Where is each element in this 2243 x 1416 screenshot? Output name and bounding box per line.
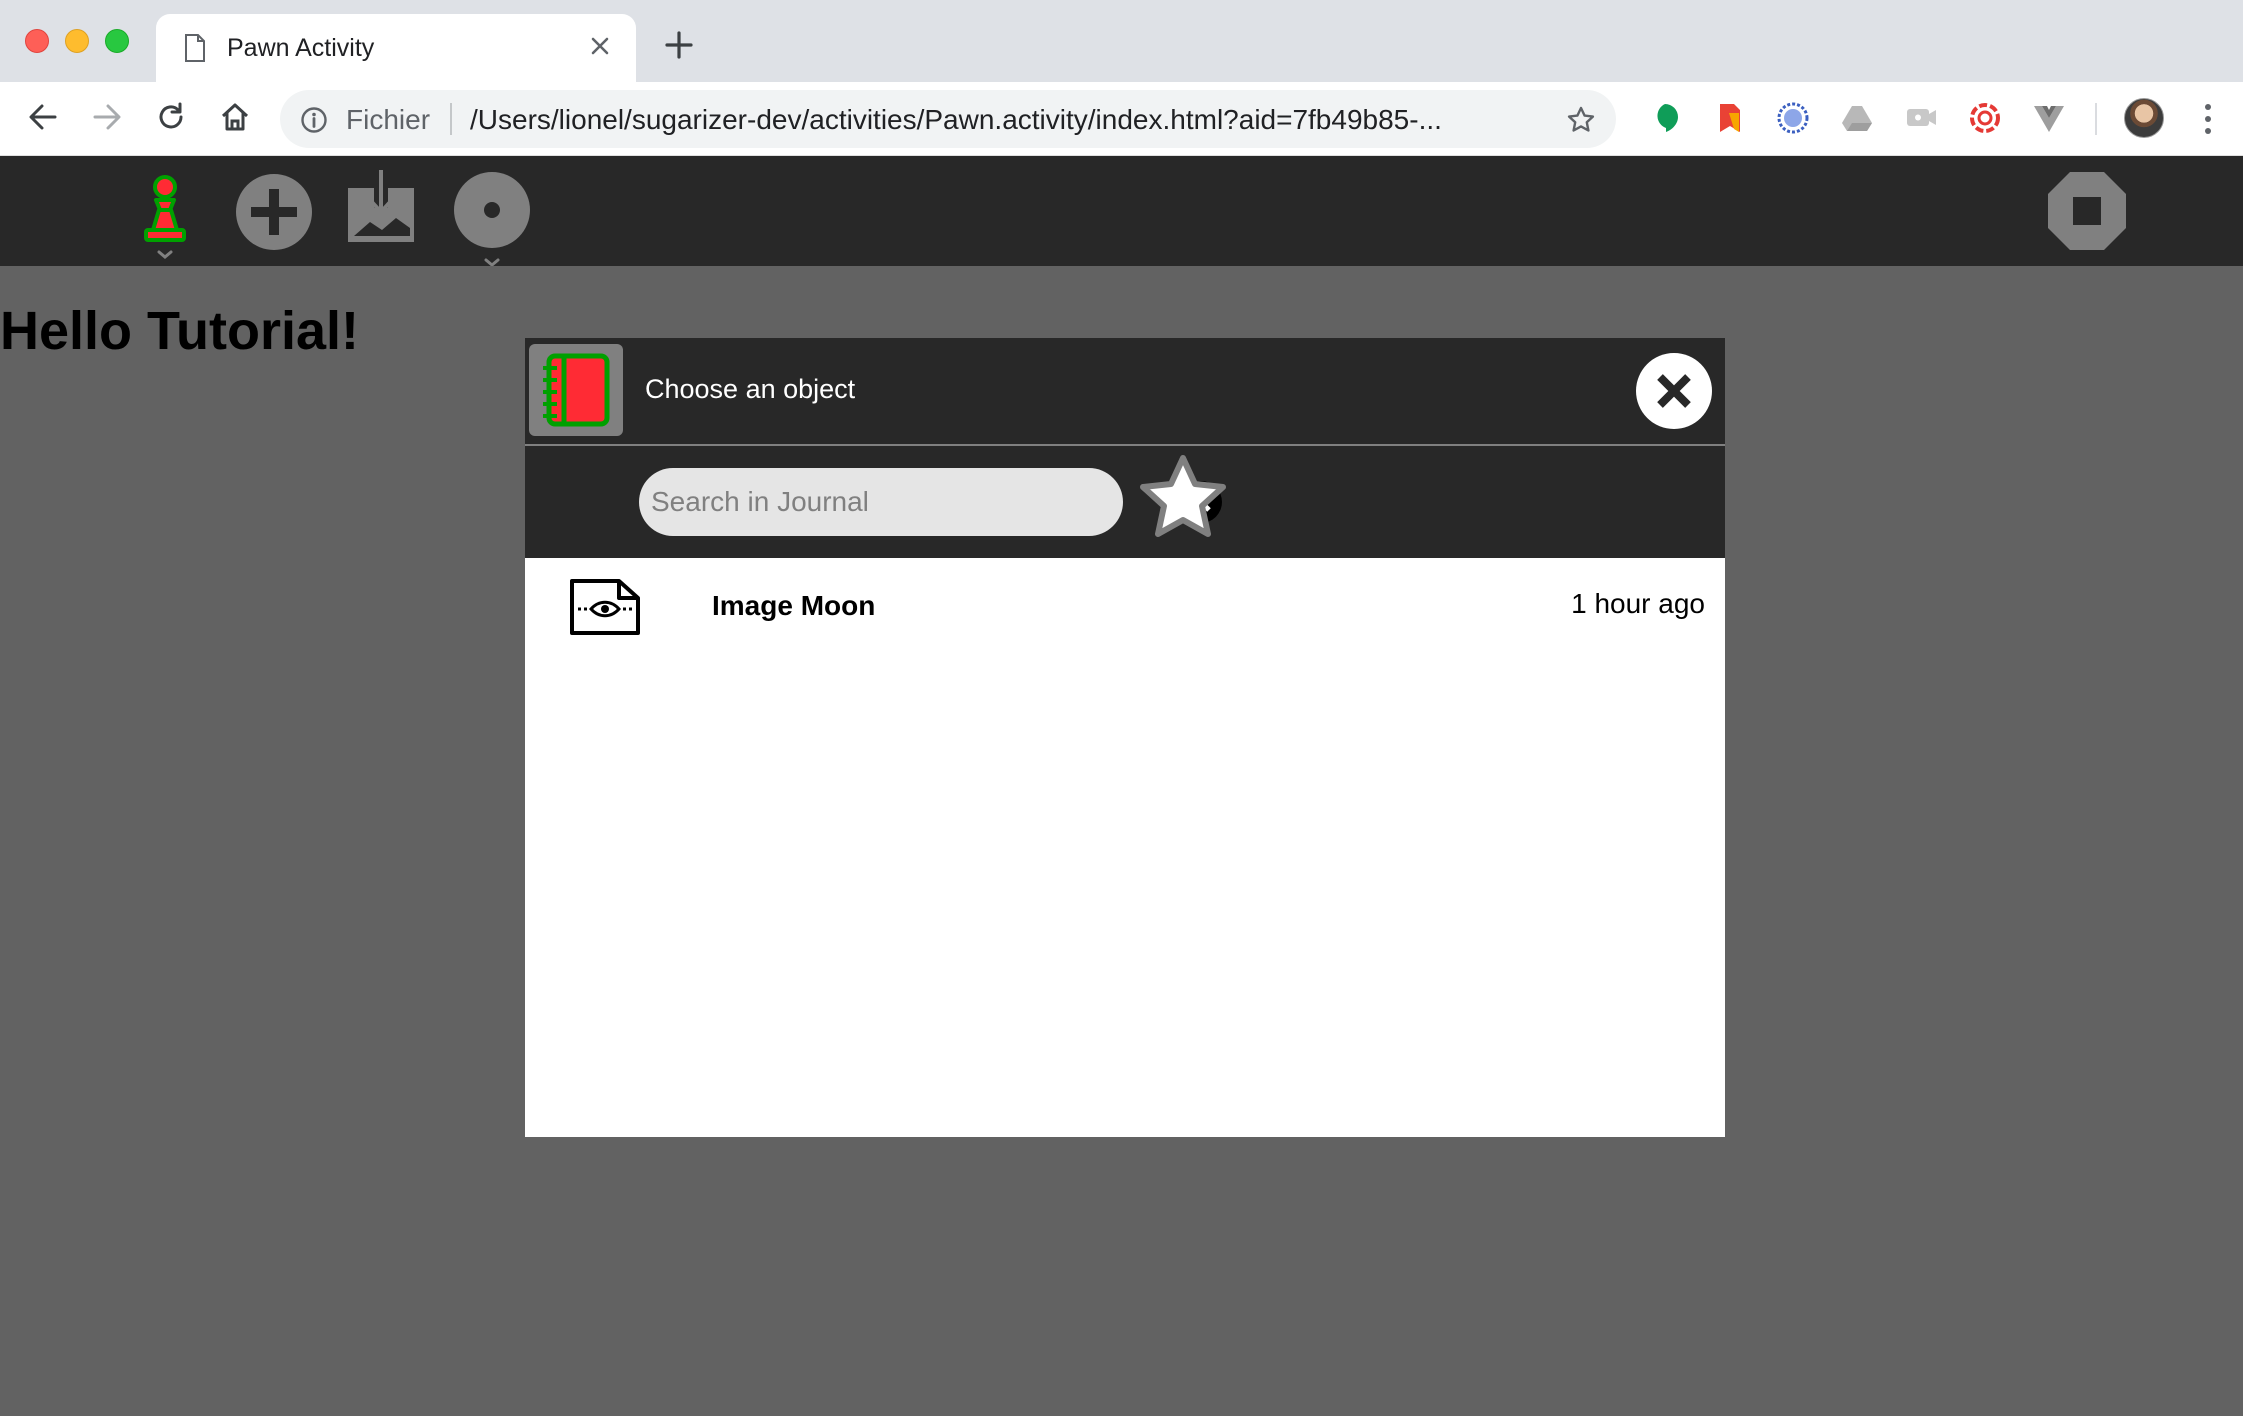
dialog-search-toolbar xyxy=(525,446,1725,558)
tab-close-icon[interactable] xyxy=(588,34,612,63)
dialog-close-button[interactable] xyxy=(1635,352,1713,430)
favorite-filter-star-icon[interactable] xyxy=(1135,454,1231,551)
browser-menu-icon[interactable] xyxy=(2203,102,2213,141)
reload-icon[interactable] xyxy=(154,100,188,139)
window-close-button[interactable] xyxy=(25,29,49,53)
entry-title: Image Moon xyxy=(712,590,876,621)
window-minimize-button[interactable] xyxy=(65,29,89,53)
page-heading: Hello Tutorial! xyxy=(0,301,359,361)
entry-timestamp: 1 hour ago xyxy=(1571,588,1705,619)
browser-tabstrip: Pawn Activity xyxy=(0,0,2243,82)
drive-extension-icon[interactable] xyxy=(1840,101,1874,135)
journal-icon xyxy=(529,344,623,436)
info-icon[interactable] xyxy=(300,106,328,139)
url-scheme-label: Fichier xyxy=(346,104,431,135)
tab-title: Pawn Activity xyxy=(227,34,375,62)
stop-button[interactable] xyxy=(2046,170,2128,257)
bookmark-star-icon[interactable] xyxy=(1566,105,1596,140)
activity-toolbar xyxy=(0,156,2243,267)
url-text[interactable]: /Users/lionel/sugarizer-dev/activities/P… xyxy=(470,104,1442,136)
toolbar-separator xyxy=(2095,103,2097,135)
journal-entry-row[interactable]: Image Moon 1 hour ago xyxy=(525,558,1725,654)
profile-avatar[interactable] xyxy=(2124,98,2164,138)
insert-image-button[interactable] xyxy=(344,166,420,257)
vue-devtools-extension-icon[interactable] xyxy=(2032,101,2066,135)
network-button[interactable] xyxy=(452,170,532,271)
wikipedia-extension-icon[interactable] xyxy=(1776,101,1810,135)
browser-tab-active[interactable]: Pawn Activity xyxy=(156,14,636,82)
dialog-header: Choose an object xyxy=(525,338,1725,446)
add-button[interactable] xyxy=(234,172,314,257)
activity-pawn-button[interactable] xyxy=(130,170,200,271)
forward-arrow-icon[interactable] xyxy=(90,100,124,139)
image-viewer-icon xyxy=(569,578,641,641)
spiral-extension-icon[interactable] xyxy=(1968,101,2002,135)
new-tab-icon[interactable] xyxy=(664,30,694,65)
journal-search-input[interactable] xyxy=(651,480,1051,524)
bookmark-extension-icon[interactable] xyxy=(1712,101,1746,135)
dialog-title: Choose an object xyxy=(645,374,856,404)
journal-chooser-dialog: Choose an object Image Moon 1 hour xyxy=(525,338,1725,1137)
address-bar[interactable]: Fichier /Users/lionel/sugarizer-dev/acti… xyxy=(280,90,1616,148)
window-maximize-button[interactable] xyxy=(105,29,129,53)
browser-toolbar: Fichier /Users/lionel/sugarizer-dev/acti… xyxy=(0,82,2243,156)
hangouts-extension-icon[interactable] xyxy=(1648,101,1682,135)
screencast-extension-icon[interactable] xyxy=(1904,101,1938,135)
back-arrow-icon[interactable] xyxy=(26,100,60,139)
address-separator xyxy=(450,103,452,135)
journal-search-box xyxy=(639,468,1222,536)
home-icon[interactable] xyxy=(218,100,252,139)
document-icon xyxy=(184,34,206,67)
